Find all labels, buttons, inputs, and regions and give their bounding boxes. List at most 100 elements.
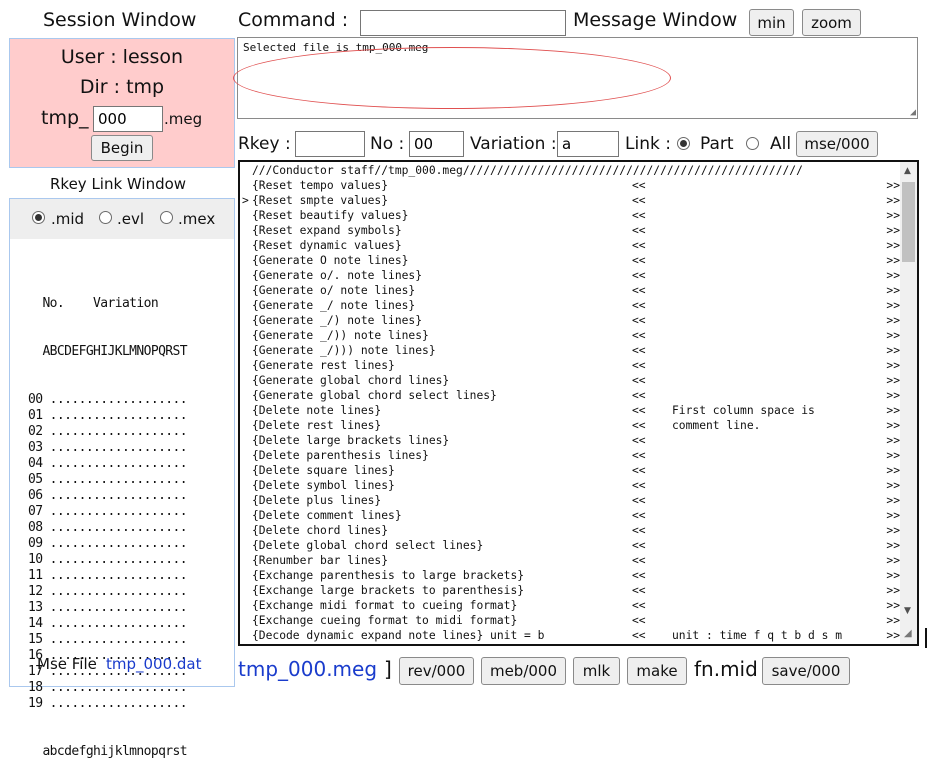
bottom-file-name[interactable]: tmp_000.meg [238, 657, 377, 681]
resize-grip-icon[interactable]: ◢ [904, 628, 912, 639]
line-command: {Reset smpte values} [252, 194, 389, 207]
grid-row[interactable]: 02 ................... [28, 424, 188, 440]
zoom-button[interactable]: zoom [802, 9, 861, 36]
mex-radio[interactable] [160, 211, 173, 224]
grid-row[interactable]: 19 ................... [28, 696, 188, 712]
bottom-bracket: ] [384, 657, 392, 681]
mlk-button[interactable]: mlk [573, 657, 620, 685]
line-open-marker: << [632, 584, 646, 597]
grid-row[interactable]: 05 ................... [28, 472, 188, 488]
editor-line: {Generate global chord lines} << >> [242, 373, 900, 388]
line-prefix [242, 433, 249, 448]
save-button[interactable]: save/000 [762, 657, 850, 685]
line-close-marker: >> [886, 449, 900, 462]
editor-side-marker [925, 628, 927, 648]
editor-line: {Renumber bar lines} << >> [242, 553, 900, 568]
line-open-marker: << [632, 554, 646, 567]
line-close-marker: >> [886, 434, 900, 447]
line-prefix [242, 358, 249, 373]
evl-radio[interactable] [99, 211, 112, 224]
scrollbar-thumb[interactable] [902, 182, 915, 262]
grid-row[interactable]: 06 ................... [28, 488, 188, 504]
line-open-marker: << [632, 614, 646, 627]
line-close-marker: >> [886, 479, 900, 492]
scroll-up-icon[interactable]: ▲ [904, 166, 911, 176]
mse-button[interactable]: mse/000 [796, 131, 878, 157]
meg-editor-textarea[interactable]: ///Conductor staff//tmp_000.meg/////////… [238, 160, 919, 646]
grid-row[interactable]: 08 ................... [28, 520, 188, 536]
grid-row[interactable]: 04 ................... [28, 456, 188, 472]
command-input[interactable] [360, 10, 566, 36]
editor-vertical-scrollbar[interactable]: ▲ ▼ ◢ [900, 162, 917, 644]
resize-grip-icon[interactable]: ◢ [910, 107, 916, 118]
line-prefix [242, 268, 249, 283]
line-command: {Generate rest lines} [252, 359, 395, 372]
grid-row[interactable]: 01 ................... [28, 408, 188, 424]
line-open-marker: << [632, 599, 646, 612]
grid-row[interactable]: 11 ................... [28, 568, 188, 584]
begin-button[interactable]: Begin [91, 135, 153, 161]
line-command: {Exchange large brackets to parenthesis} [252, 584, 525, 597]
rev-button[interactable]: rev/000 [399, 657, 474, 685]
no-input[interactable] [409, 131, 464, 157]
line-prefix [242, 313, 249, 328]
all-radio[interactable] [746, 137, 759, 150]
command-label: Command : [238, 9, 349, 31]
line-command: {Delete rest lines} [252, 419, 382, 432]
grid-row[interactable]: 13 ................... [28, 600, 188, 616]
editor-line: {Generate global chord select lines} << >> [242, 388, 900, 403]
grid-row[interactable]: 14 ................... [28, 616, 188, 632]
line-command: {Generate o/ note lines} [252, 284, 416, 297]
line-open-marker: << [632, 254, 646, 267]
grid-row[interactable]: 15 ................... [28, 632, 188, 648]
editor-line: {Generate rest lines} << >> [242, 358, 900, 373]
line-prefix [242, 568, 249, 583]
min-button[interactable]: min [749, 9, 794, 36]
line-close-marker: >> [886, 584, 900, 597]
make-button[interactable]: make [627, 657, 687, 685]
grid-row[interactable]: 09 ................... [28, 536, 188, 552]
line-open-marker: << [632, 419, 646, 432]
line-close-marker: >> [886, 359, 900, 372]
file-number-input[interactable] [93, 106, 163, 132]
line-prefix [242, 613, 249, 628]
line-command: {Delete plus lines} [252, 494, 382, 507]
line-open-marker: << [632, 224, 646, 237]
scroll-down-icon[interactable]: ▼ [904, 606, 911, 616]
line-prefix [242, 388, 249, 403]
line-close-marker: >> [886, 374, 900, 387]
part-radio-label: Part [700, 134, 734, 154]
part-radio[interactable] [677, 137, 690, 150]
line-close-marker: >> [886, 209, 900, 222]
meb-button[interactable]: meb/000 [481, 657, 566, 685]
line-open-marker: << [632, 284, 646, 297]
grid-row[interactable]: 07 ................... [28, 504, 188, 520]
grid-row[interactable]: 12 ................... [28, 584, 188, 600]
grid-row[interactable]: 00 ................... [28, 392, 188, 408]
message-window-title: Message Window [573, 9, 738, 31]
line-open-marker: << [632, 404, 646, 417]
no-label: No : [370, 134, 405, 154]
line-prefix [242, 523, 249, 538]
grid-row[interactable]: 10 ................... [28, 552, 188, 568]
editor-line: {Exchange midi format to cueing format} <… [242, 598, 900, 613]
editor-line: {Generate o/. note lines} << >> [242, 268, 900, 283]
line-command: {Generate _/))) note lines} [252, 344, 436, 357]
user-label: User : lesson [60, 46, 184, 68]
mse-file-link[interactable]: tmp_000.dat [106, 655, 202, 673]
annotation-ellipse [233, 47, 671, 109]
line-open-marker: << [632, 494, 646, 507]
grid-row[interactable]: 18 ................... [28, 680, 188, 696]
mid-radio-label: .mid [51, 210, 85, 228]
line-prefix [242, 223, 249, 238]
line-close-marker: >> [886, 284, 900, 297]
grid-header-letters: ABCDEFGHIJKLMNOPQRST [28, 344, 187, 359]
rkey-input[interactable] [295, 131, 365, 157]
mid-radio[interactable] [32, 211, 45, 224]
line-command: {Generate o/. note lines} [252, 269, 423, 282]
grid-row[interactable]: 03 ................... [28, 440, 188, 456]
line-open-marker: << [632, 329, 646, 342]
line-command: {Renumber bar lines} [252, 554, 389, 567]
variation-input[interactable] [557, 131, 619, 157]
line-close-marker: >> [886, 464, 900, 477]
